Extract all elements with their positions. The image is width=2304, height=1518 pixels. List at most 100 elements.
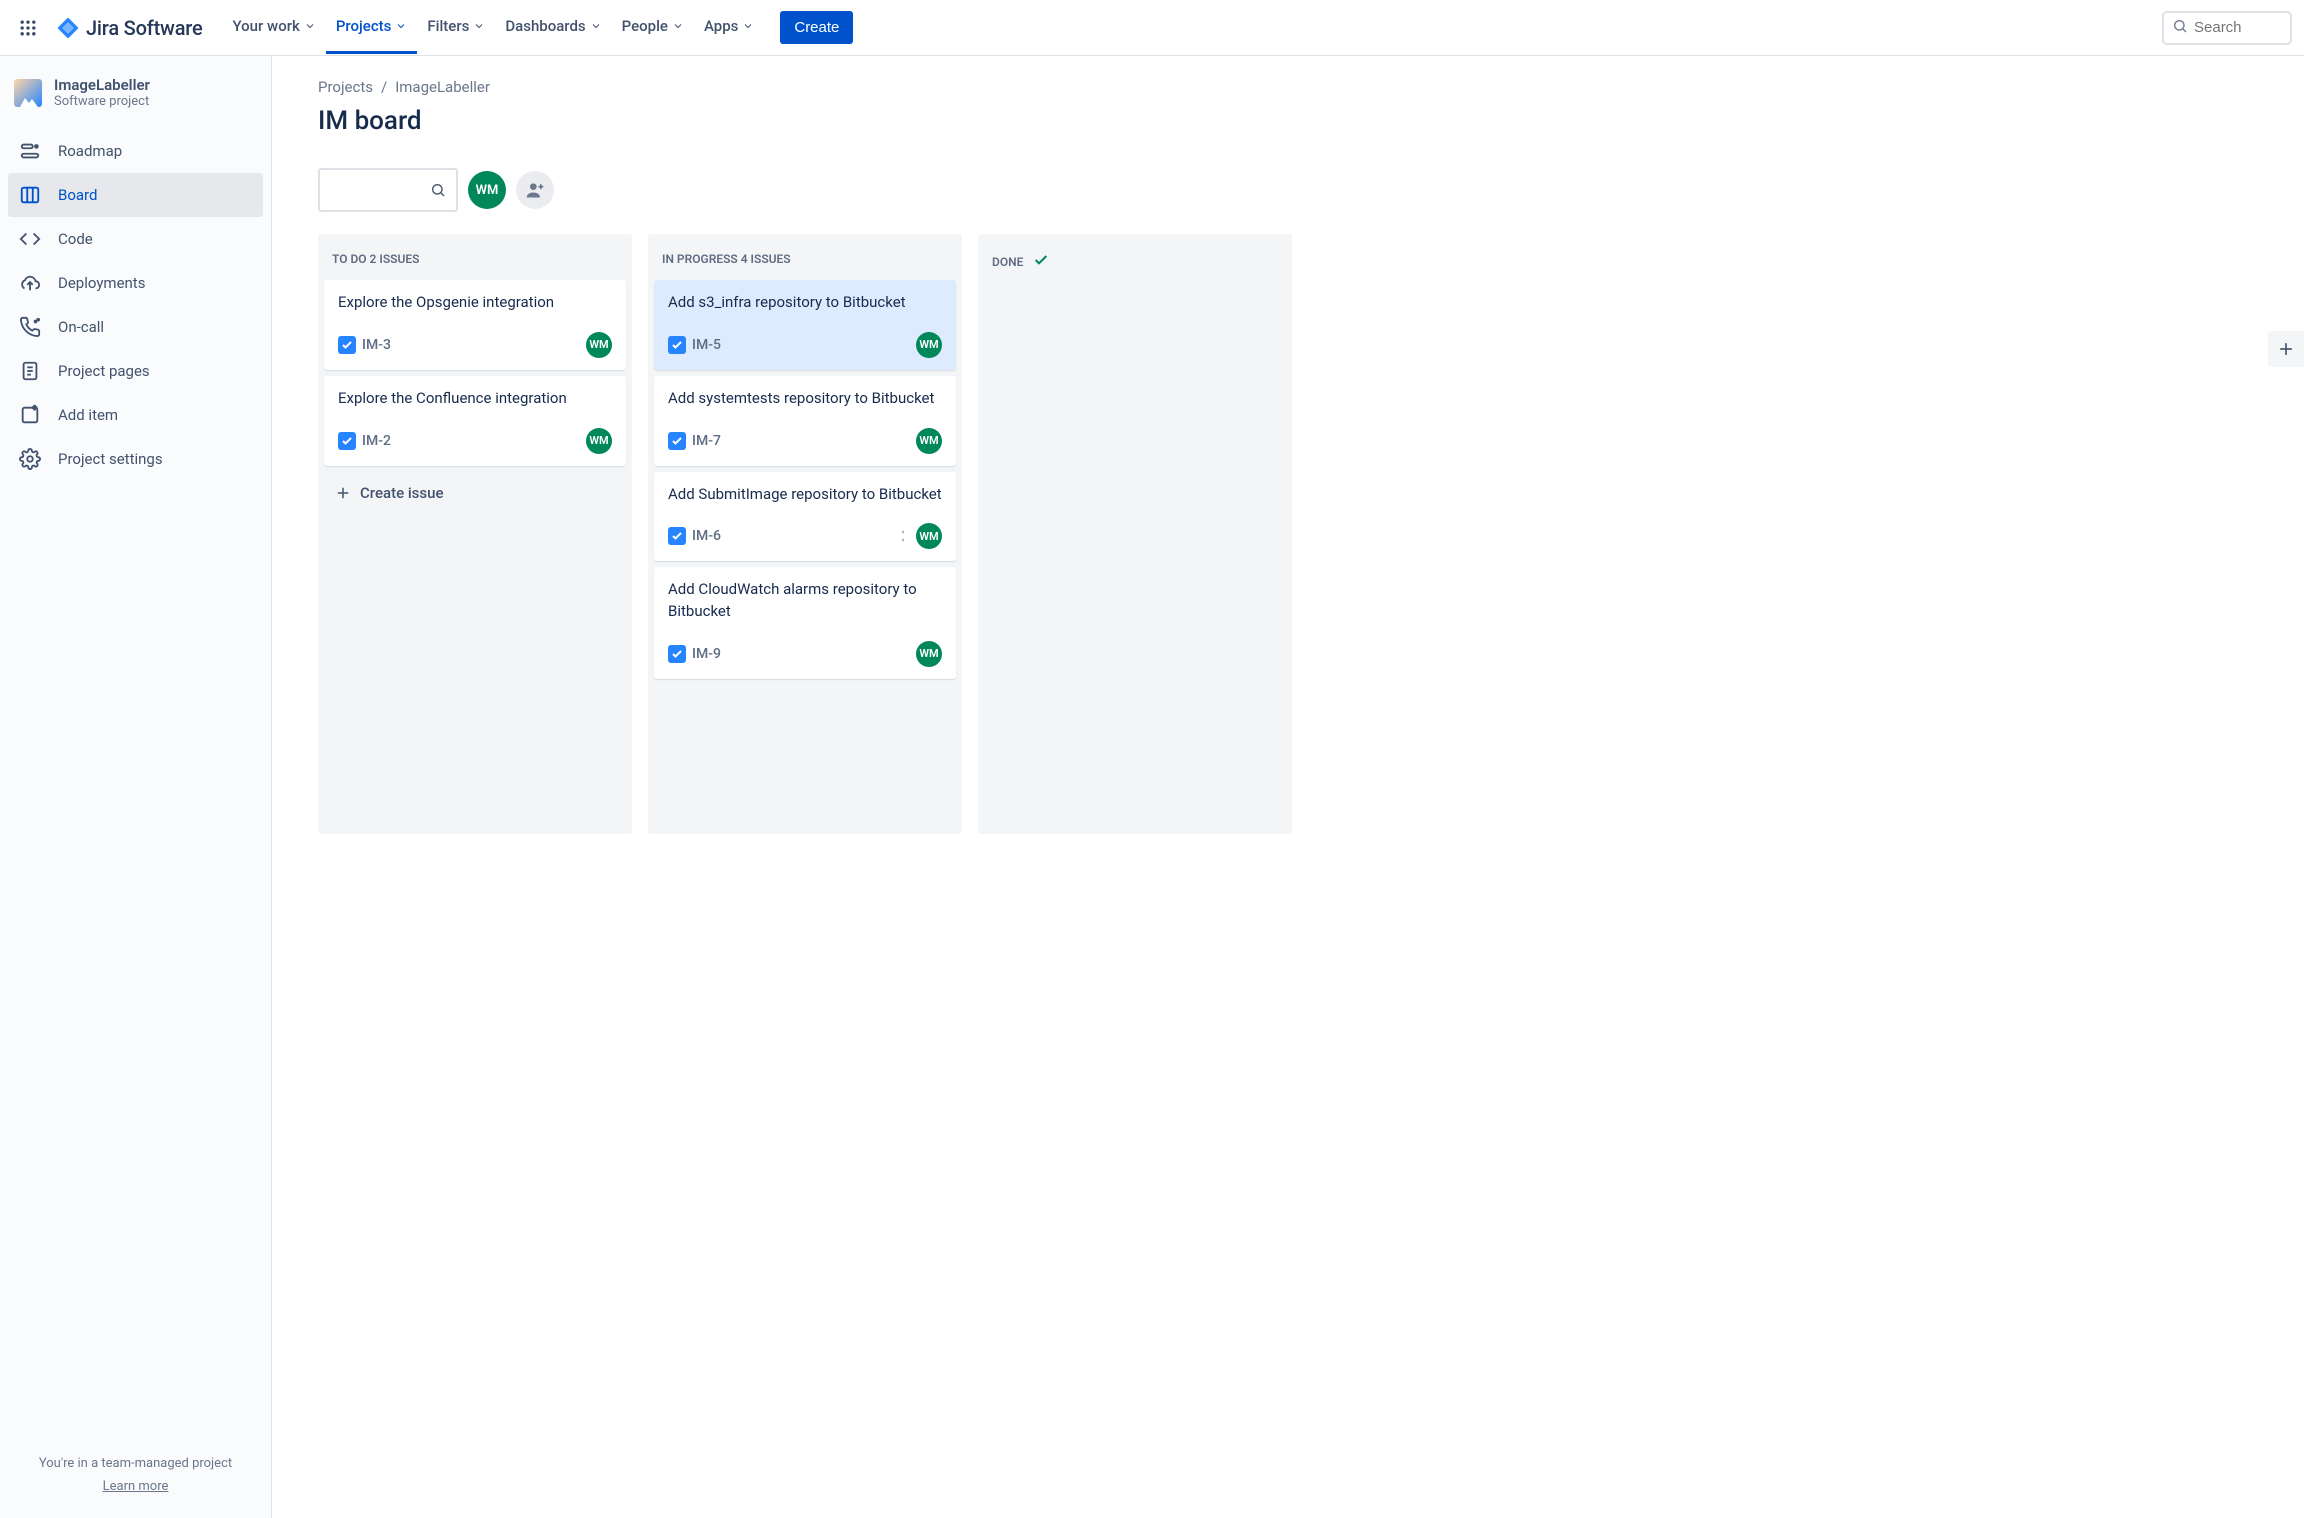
- sidebar-item-on-call[interactable]: On-call: [8, 305, 263, 349]
- sidebar-item-board[interactable]: Board: [8, 173, 263, 217]
- assignee-avatar[interactable]: WM: [586, 428, 612, 454]
- issue-title: Add SubmitImage repository to Bitbucket: [668, 484, 942, 506]
- chevron-down-icon: [590, 20, 602, 32]
- issue-key: IM-3: [362, 337, 391, 353]
- sidebar-item-label: Add item: [58, 406, 118, 424]
- issue-key: IM-7: [692, 433, 721, 449]
- phone-icon: [18, 315, 42, 339]
- board-search-input[interactable]: [318, 168, 458, 212]
- issue-title: Explore the Opsgenie integration: [338, 292, 612, 314]
- global-search-input[interactable]: [2194, 19, 2282, 36]
- assignee-filter-avatar[interactable]: WM: [468, 171, 506, 209]
- sidebar-item-deployments[interactable]: Deployments: [8, 261, 263, 305]
- task-type-icon: [668, 432, 686, 450]
- assignee-avatar[interactable]: WM: [916, 428, 942, 454]
- issue-card[interactable]: Explore the Opsgenie integration IM-3 WM: [324, 280, 626, 370]
- assignee-avatar[interactable]: WM: [916, 641, 942, 667]
- chevron-down-icon: [304, 20, 316, 32]
- page-icon: [18, 359, 42, 383]
- assignee-avatar[interactable]: WM: [916, 523, 942, 549]
- chevron-down-icon: [395, 20, 407, 32]
- issue-key: IM-9: [692, 646, 721, 662]
- sidebar-nav: Roadmap Board Code Deployments On-call Projec…: [0, 125, 271, 485]
- nav-item-filters[interactable]: Filters: [417, 0, 495, 54]
- sidebar: ImageLabeller Software project Roadmap Bo…: [0, 56, 272, 1518]
- sidebar-item-code[interactable]: Code: [8, 217, 263, 261]
- column-to-do: TO DO 2 ISSUESExplore the Opsgenie integ…: [318, 234, 632, 834]
- top-nav: Jira Software Your workProjectsFiltersDa…: [0, 0, 2304, 56]
- column-header[interactable]: IN PROGRESS 4 ISSUES: [654, 240, 956, 280]
- issue-card[interactable]: Add CloudWatch alarms repository to Bitb…: [654, 567, 956, 679]
- column-header[interactable]: DONE: [984, 240, 1286, 285]
- column-header[interactable]: TO DO 2 ISSUES: [324, 240, 626, 280]
- sidebar-item-label: Board: [58, 186, 97, 204]
- column-in-progress: IN PROGRESS 4 ISSUESAdd s3_infra reposit…: [648, 234, 962, 834]
- sidebar-item-label: Project settings: [58, 450, 163, 468]
- board: TO DO 2 ISSUESExplore the Opsgenie integ…: [318, 234, 2258, 834]
- code-icon: [18, 227, 42, 251]
- learn-more-link[interactable]: Learn more: [103, 1479, 169, 1494]
- column-done: DONE: [978, 234, 1292, 834]
- jira-logo[interactable]: Jira Software: [48, 16, 210, 40]
- page-title: IM board: [318, 106, 2258, 136]
- sidebar-item-roadmap[interactable]: Roadmap: [8, 129, 263, 173]
- task-type-icon: [338, 432, 356, 450]
- app-switcher-icon[interactable]: [12, 12, 44, 44]
- breadcrumb: Projects / ImageLabeller: [318, 78, 2258, 96]
- nav-item-dashboards[interactable]: Dashboards: [495, 0, 611, 54]
- issue-title: Add CloudWatch alarms repository to Bitb…: [668, 579, 942, 623]
- chevron-down-icon: [473, 20, 485, 32]
- issue-title: Explore the Confluence integration: [338, 388, 612, 410]
- create-button[interactable]: Create: [780, 11, 853, 44]
- issue-card[interactable]: Add systemtests repository to Bitbucket I…: [654, 376, 956, 466]
- sidebar-item-add-item[interactable]: Add item: [8, 393, 263, 437]
- issue-card[interactable]: Explore the Confluence integration IM-2 WM: [324, 376, 626, 466]
- sidebar-item-label: On-call: [58, 318, 104, 336]
- issue-key: IM-6: [692, 528, 721, 544]
- project-name: ImageLabeller: [54, 76, 150, 94]
- assignee-avatar[interactable]: WM: [916, 332, 942, 358]
- project-header[interactable]: ImageLabeller Software project: [0, 56, 271, 125]
- footer-note: You're in a team-managed project: [20, 1456, 251, 1471]
- issue-card[interactable]: Add SubmitImage repository to Bitbucket I…: [654, 472, 956, 562]
- issue-title: Add s3_infra repository to Bitbucket: [668, 292, 942, 314]
- global-search[interactable]: [2162, 11, 2292, 45]
- nav-item-people[interactable]: People: [612, 0, 694, 54]
- project-type: Software project: [54, 94, 150, 109]
- sidebar-footer: You're in a team-managed project Learn m…: [0, 1440, 271, 1518]
- create-issue-button[interactable]: Create issue: [324, 472, 626, 514]
- task-type-icon: [668, 645, 686, 663]
- issue-card[interactable]: Add s3_infra repository to Bitbucket IM-5…: [654, 280, 956, 370]
- sidebar-item-project-settings[interactable]: Project settings: [8, 437, 263, 481]
- jira-logo-text: Jira Software: [86, 16, 202, 40]
- nav-items: Your workProjectsFiltersDashboardsPeople…: [222, 0, 764, 55]
- priority-icon: [896, 529, 910, 543]
- cloud-upload-icon: [18, 271, 42, 295]
- task-type-icon: [668, 527, 686, 545]
- task-type-icon: [668, 336, 686, 354]
- sidebar-item-label: Code: [58, 230, 93, 248]
- breadcrumb-item[interactable]: ImageLabeller: [395, 78, 490, 96]
- sidebar-item-project-pages[interactable]: Project pages: [8, 349, 263, 393]
- board-icon: [18, 183, 42, 207]
- assignee-avatar[interactable]: WM: [586, 332, 612, 358]
- gear-icon: [18, 447, 42, 471]
- sidebar-item-label: Roadmap: [58, 142, 122, 160]
- chevron-down-icon: [742, 20, 754, 32]
- nav-item-your-work[interactable]: Your work: [222, 0, 325, 54]
- search-icon: [2172, 18, 2188, 38]
- nav-item-apps[interactable]: Apps: [694, 0, 764, 54]
- breadcrumb-item[interactable]: Projects: [318, 78, 373, 96]
- issue-key: IM-5: [692, 337, 721, 353]
- issue-title: Add systemtests repository to Bitbucket: [668, 388, 942, 410]
- project-avatar: [14, 79, 42, 107]
- jira-logo-icon: [56, 16, 80, 40]
- add-column-button[interactable]: [2268, 331, 2304, 367]
- add-item-icon: [18, 403, 42, 427]
- add-people-button[interactable]: [516, 171, 554, 209]
- nav-item-projects[interactable]: Projects: [326, 0, 418, 54]
- issue-key: IM-2: [362, 433, 391, 449]
- task-type-icon: [338, 336, 356, 354]
- main-content: Projects / ImageLabeller IM board WM TO …: [272, 56, 2304, 1518]
- roadmap-icon: [18, 139, 42, 163]
